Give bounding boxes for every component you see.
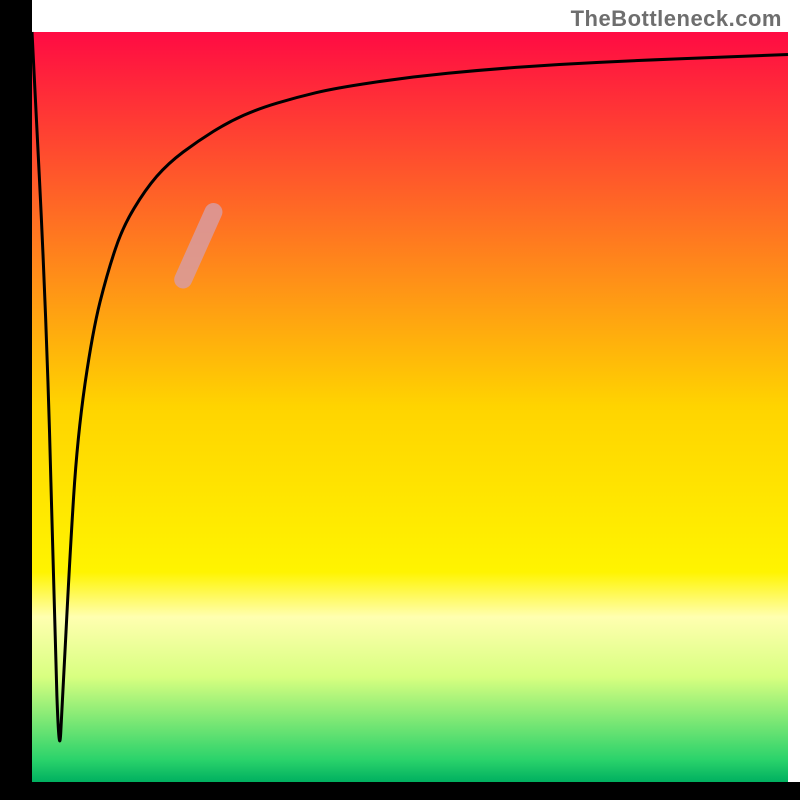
axis-bottom [0, 782, 800, 800]
plot-background [32, 32, 788, 782]
bottleneck-chart [0, 0, 800, 800]
watermark-text: TheBottleneck.com [571, 6, 782, 32]
chart-container: { "watermark": "TheBottleneck.com", "cha… [0, 0, 800, 800]
axis-left [0, 0, 32, 800]
